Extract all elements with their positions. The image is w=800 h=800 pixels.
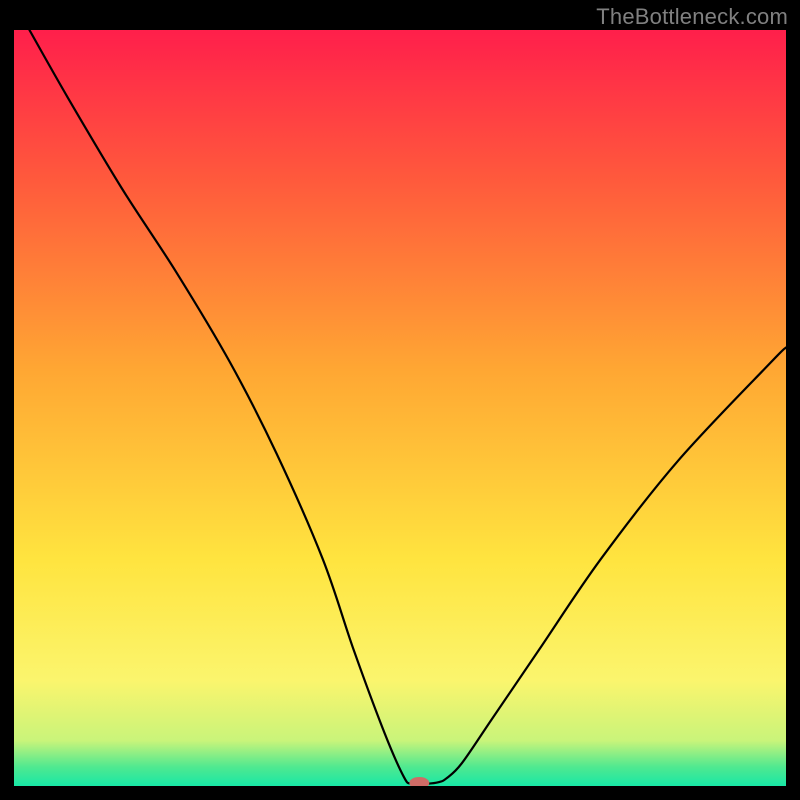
- bottleneck-plot: [14, 30, 786, 786]
- plot-background: [14, 30, 786, 786]
- watermark-text: TheBottleneck.com: [596, 4, 788, 30]
- plot-svg: [14, 30, 786, 786]
- chart-frame: TheBottleneck.com: [0, 0, 800, 800]
